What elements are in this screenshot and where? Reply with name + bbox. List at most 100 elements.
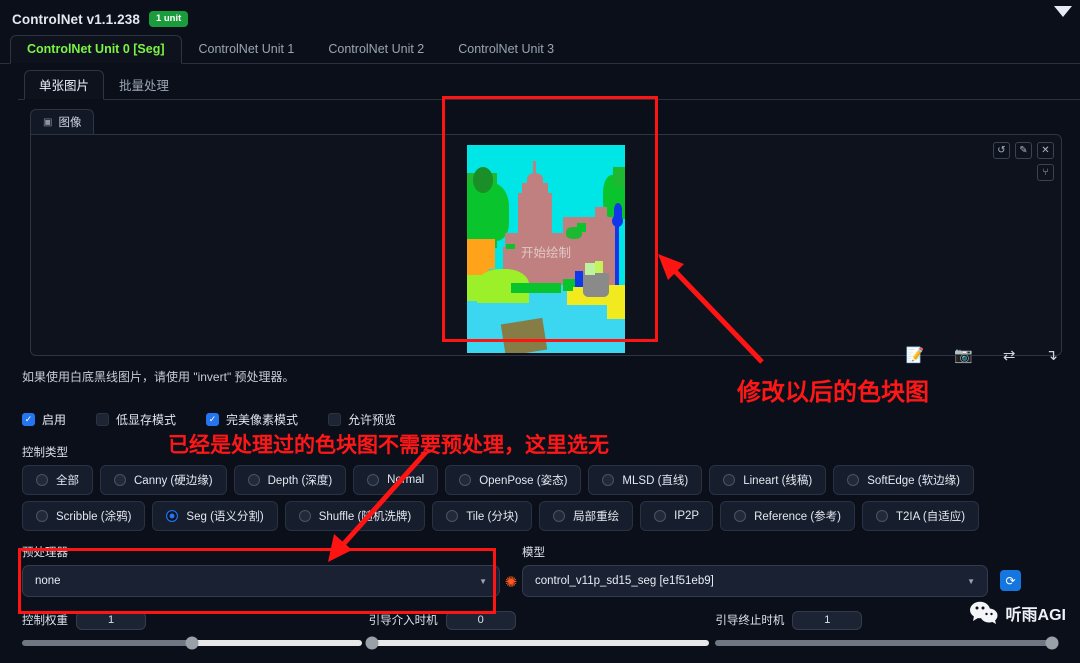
checkbox-allow-preview-label: 允许预览 bbox=[348, 413, 397, 427]
radio-label: OpenPose (姿态) bbox=[479, 475, 568, 487]
radio-label: MLSD (直线) bbox=[622, 475, 689, 487]
image-tool-icons: 📝 📷 ⇄ ↴ bbox=[905, 346, 1058, 364]
radio-dot bbox=[602, 474, 615, 486]
page-title: ControlNet v1.1.238 bbox=[12, 11, 140, 27]
radio-label: 局部重绘 bbox=[573, 511, 620, 523]
slider-guidance-end-knob[interactable] bbox=[1045, 636, 1059, 650]
radio-shuffle[interactable]: Shuffle (随机洗牌) bbox=[284, 501, 426, 531]
inner-tab-bar: 单张图片 批量处理 bbox=[18, 70, 1080, 100]
slider-control-weight-value[interactable]: 1 bbox=[76, 610, 146, 630]
radio-label: SoftEdge (软边缘) bbox=[867, 475, 960, 487]
radio-dot bbox=[876, 510, 889, 522]
checkbox-allow-preview[interactable]: 允许预览 bbox=[328, 411, 396, 428]
radio-label: Tile (分块) bbox=[466, 511, 519, 523]
slider-guidance-start-knob[interactable] bbox=[365, 636, 379, 650]
radio-label: Reference (参考) bbox=[754, 511, 842, 523]
slider-control-weight-track[interactable] bbox=[22, 636, 362, 650]
preprocessor-field: 预处理器 none ▼ bbox=[22, 544, 500, 597]
slider-control-weight: 控制权重 1 bbox=[22, 609, 369, 650]
radio-softedge[interactable]: SoftEdge (软边缘) bbox=[833, 465, 974, 495]
radio-scribble[interactable]: Scribble (涂鸦) bbox=[22, 501, 146, 531]
image-canvas-area[interactable]: ↺ ✎ ✕ ⑂ 开始绘制 bbox=[30, 134, 1062, 356]
radio-dot bbox=[734, 510, 747, 522]
radio-reference[interactable]: Reference (参考) bbox=[720, 501, 856, 531]
slider-guidance-start-track[interactable] bbox=[365, 636, 709, 650]
watermark-text: 听雨AGI bbox=[1005, 607, 1066, 624]
segmentation-image[interactable]: 开始绘制 bbox=[467, 145, 625, 353]
checkbox-allow-preview-box[interactable] bbox=[328, 413, 342, 426]
slider-guidance-start-value[interactable]: 0 bbox=[445, 610, 516, 630]
radio-t2ia[interactable]: T2IA (自适应) bbox=[862, 501, 980, 531]
slider-control-weight-knob[interactable] bbox=[185, 636, 199, 650]
tab-controlnet-unit-1[interactable]: ControlNet Unit 1 bbox=[182, 35, 312, 64]
radio-dot-selected bbox=[166, 510, 179, 522]
brush-icon[interactable]: ⑂ bbox=[1037, 164, 1054, 181]
model-select[interactable]: control_v11p_sd15_seg [e1f51eb9] ▼ bbox=[522, 565, 988, 597]
radio-inpaint[interactable]: 局部重绘 bbox=[539, 501, 634, 531]
chevron-down-icon[interactable] bbox=[1054, 6, 1072, 17]
radio-dot bbox=[553, 510, 566, 522]
radio-depth[interactable]: Depth (深度) bbox=[233, 465, 347, 495]
radio-dot bbox=[298, 510, 311, 522]
radio-dot bbox=[36, 474, 48, 486]
radio-ip2p[interactable]: IP2P bbox=[640, 501, 714, 531]
tab-controlnet-unit-3[interactable]: ControlNet Unit 3 bbox=[441, 35, 571, 64]
control-type-options: 全部 Canny (硬边缘) Depth (深度) Normal OpenPos… bbox=[22, 465, 1062, 531]
preprocessor-label: 预处理器 bbox=[22, 547, 68, 559]
model-value: control_v11p_sd15_seg [e1f51eb9] bbox=[535, 575, 714, 587]
radio-label: Lineart (线稿) bbox=[743, 475, 813, 487]
refresh-icon[interactable]: ⟳ bbox=[1000, 570, 1021, 591]
radio-dot bbox=[723, 474, 736, 486]
draw-hint-label: 开始绘制 bbox=[520, 246, 572, 260]
checkbox-enable[interactable]: 启用 bbox=[22, 411, 66, 428]
model-select-row: 预处理器 none ▼ ✺ 模型 control_v11p_sd15_seg [… bbox=[22, 544, 1062, 597]
radio-dot bbox=[247, 474, 260, 486]
radio-label: Seg (语义分割) bbox=[186, 511, 264, 523]
preprocessor-select[interactable]: none ▼ bbox=[22, 565, 500, 597]
close-icon[interactable]: ✕ bbox=[1037, 142, 1054, 159]
radio-label: Shuffle (随机洗牌) bbox=[318, 511, 412, 523]
tab-image-label: 图像 bbox=[58, 117, 82, 129]
radio-tile[interactable]: Tile (分块) bbox=[432, 501, 533, 531]
wechat-icon bbox=[969, 601, 998, 624]
radio-dot bbox=[459, 474, 472, 486]
slider-guidance-end-track[interactable] bbox=[715, 636, 1059, 650]
tab-image[interactable]: ▣ 图像 bbox=[30, 109, 95, 135]
radio-seg[interactable]: Seg (语义分割) bbox=[152, 501, 278, 531]
model-field: 模型 control_v11p_sd15_seg [e1f51eb9] ▼ bbox=[522, 544, 988, 597]
tab-single-image[interactable]: 单张图片 bbox=[24, 70, 105, 100]
chevron-down-icon: ▼ bbox=[967, 576, 975, 586]
canvas-tool-icons: ↺ ✎ ✕ ⑂ bbox=[993, 142, 1054, 181]
radio-dot bbox=[446, 510, 459, 522]
slider-guidance-start: 引导介入时机 0 bbox=[365, 609, 716, 650]
checkbox-pixel-perfect-box[interactable] bbox=[206, 413, 220, 426]
swap-icon[interactable]: ⇄ bbox=[1003, 346, 1016, 364]
controlnet-panel: ControlNet v1.1.238 1 unit ControlNet Un… bbox=[0, 0, 1080, 663]
radio-normal[interactable]: Normal bbox=[353, 465, 439, 495]
image-icon: ▣ bbox=[43, 116, 53, 128]
edit-note-icon[interactable]: 📝 bbox=[905, 346, 924, 364]
radio-lineart[interactable]: Lineart (线稿) bbox=[709, 465, 827, 495]
radio-openpose[interactable]: OpenPose (姿态) bbox=[445, 465, 582, 495]
checkbox-enable-box[interactable] bbox=[22, 413, 35, 426]
camera-icon[interactable]: 📷 bbox=[954, 346, 973, 364]
checkbox-low-vram[interactable]: 低显存模式 bbox=[96, 411, 176, 428]
return-icon[interactable]: ↴ bbox=[1045, 346, 1058, 364]
radio-dot bbox=[367, 474, 380, 486]
model-label: 模型 bbox=[522, 547, 545, 559]
explosion-icon[interactable]: ✺ bbox=[500, 573, 522, 591]
tab-batch-process[interactable]: 批量处理 bbox=[104, 70, 184, 100]
slider-guidance-end-value[interactable]: 1 bbox=[792, 610, 863, 630]
tab-controlnet-unit-0[interactable]: ControlNet Unit 0 [Seg] bbox=[10, 34, 182, 64]
radio-mlsd[interactable]: MLSD (直线) bbox=[588, 465, 703, 495]
radio-dot bbox=[847, 474, 860, 486]
checkbox-pixel-perfect[interactable]: 完美像素模式 bbox=[206, 411, 298, 428]
unit-tab-bar: ControlNet Unit 0 [Seg] ControlNet Unit … bbox=[0, 34, 1080, 64]
radio-dot bbox=[654, 510, 667, 522]
eraser-icon[interactable]: ✎ bbox=[1015, 142, 1032, 159]
tab-controlnet-unit-2[interactable]: ControlNet Unit 2 bbox=[311, 35, 441, 64]
radio-all[interactable]: 全部 bbox=[22, 465, 93, 495]
radio-canny[interactable]: Canny (硬边缘) bbox=[100, 465, 227, 495]
checkbox-low-vram-box[interactable] bbox=[96, 413, 110, 426]
undo-icon[interactable]: ↺ bbox=[993, 142, 1010, 159]
